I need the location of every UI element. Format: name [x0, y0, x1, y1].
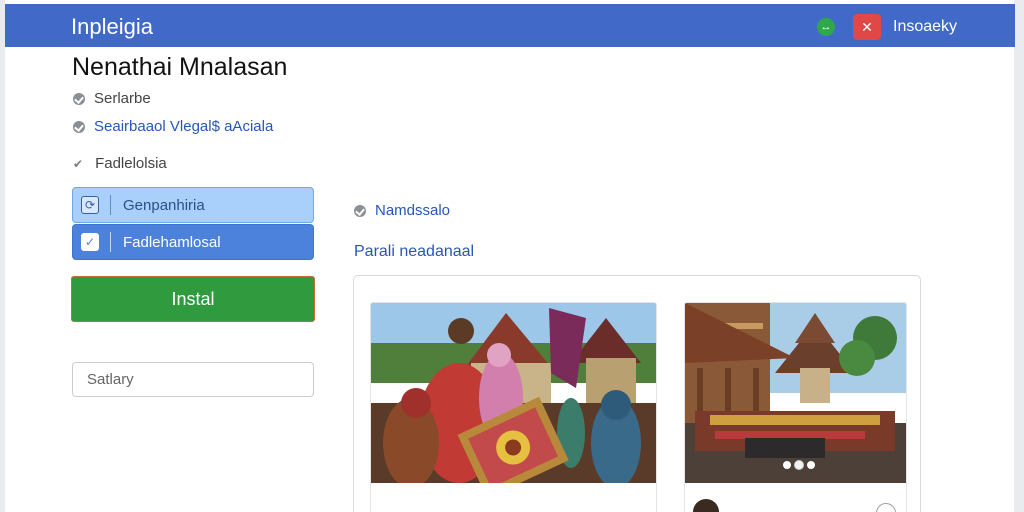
option-genpanhiria[interactable]: ⟳ Genpanhiria	[72, 187, 314, 223]
list-item-link[interactable]: Seairbaaol Vlegal$ aAciala	[73, 118, 273, 135]
option-label: Fadlehamlosal	[123, 233, 221, 251]
gallery-card[interactable]	[370, 302, 657, 512]
carousel-dot[interactable]	[795, 461, 803, 469]
page-title: Nenathai Mnalasan	[72, 53, 288, 81]
photo-gallery	[353, 275, 921, 512]
carousel-dots[interactable]	[783, 461, 815, 469]
search-input[interactable]	[72, 362, 314, 397]
check-circle-icon	[73, 120, 85, 133]
carousel-dot[interactable]	[783, 461, 791, 469]
close-icon[interactable]: ✕	[853, 14, 881, 40]
user-name[interactable]: Insoaeky	[893, 18, 957, 36]
check-circle-icon	[73, 92, 85, 105]
card-footer	[371, 483, 656, 512]
avatar[interactable]	[693, 499, 719, 512]
carousel-dot[interactable]	[807, 461, 815, 469]
app-title: Inpleigia	[71, 14, 153, 39]
list-item: ✔ Fadlelolsia	[73, 155, 167, 172]
divider	[110, 195, 111, 215]
option-fadlehamlosal[interactable]: ✓ Fadlehamlosal	[72, 224, 314, 260]
list-item-label: Fadlelolsia	[95, 155, 167, 172]
install-button[interactable]: Instal	[71, 276, 315, 322]
check-circle-icon	[354, 204, 366, 217]
option-label: Genpanhiria	[123, 196, 205, 214]
list-item-label[interactable]: Seairbaaol Vlegal$ aAciala	[94, 118, 273, 135]
list-item: Serlarbe	[73, 90, 151, 107]
refresh-box-icon: ⟳	[81, 196, 99, 214]
status-row: Namdssalo	[354, 202, 450, 219]
temple-procession-photo	[685, 303, 906, 483]
card-footer	[685, 483, 906, 512]
checkmark-icon: ✔	[73, 156, 84, 171]
window-frame-right	[1014, 0, 1024, 512]
top-bar: Inpleigia ↔ ✕ Insoaeky	[5, 4, 1015, 47]
list-item-label: Serlarbe	[94, 90, 151, 107]
gallery-card[interactable]	[684, 302, 907, 512]
section-link[interactable]: Parali neadanaal	[354, 243, 474, 261]
checkbox-checked-icon[interactable]: ✓	[81, 233, 99, 251]
window-frame-left	[0, 0, 5, 512]
more-options-icon[interactable]	[876, 503, 896, 512]
status-label: Namdssalo	[375, 202, 451, 219]
market-ceremony-photo	[371, 303, 656, 483]
sync-icon[interactable]: ↔	[817, 18, 835, 36]
divider	[110, 232, 111, 252]
